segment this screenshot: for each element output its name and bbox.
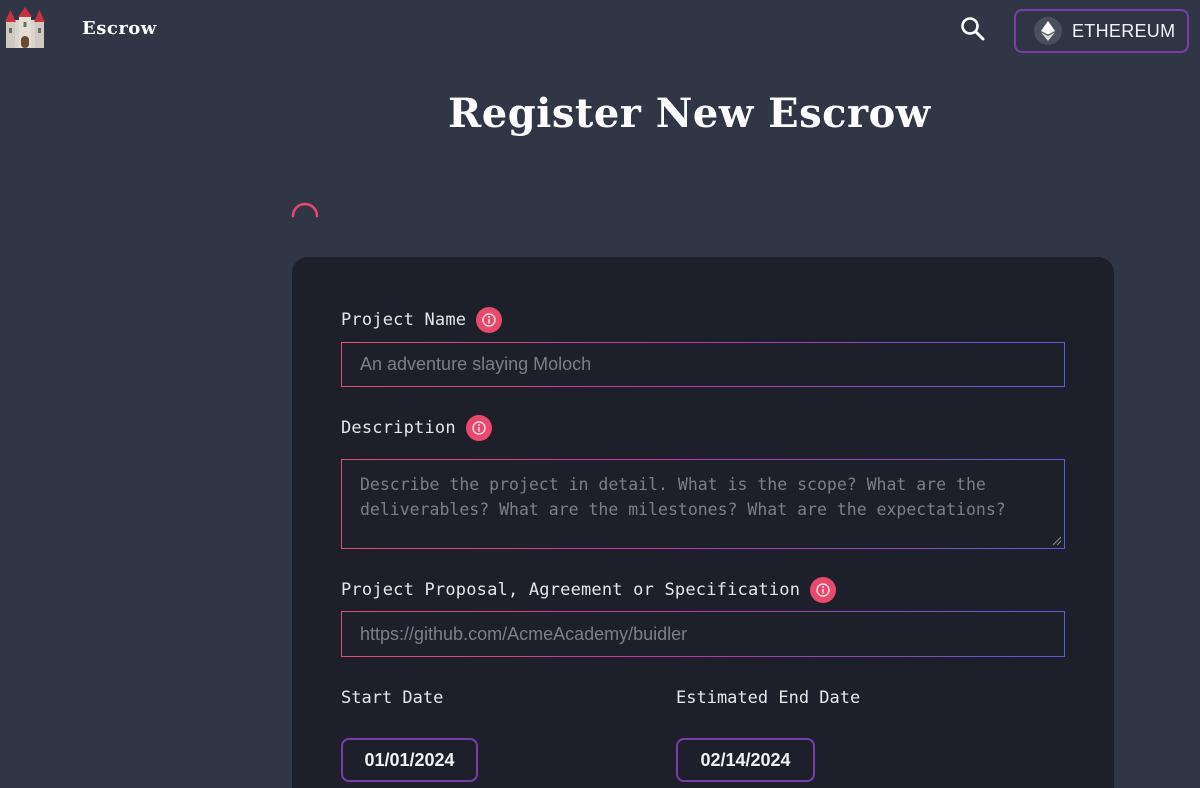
description-textarea[interactable] xyxy=(342,460,1064,548)
info-icon[interactable] xyxy=(465,415,492,441)
end-date-label: Estimated End Date xyxy=(676,688,861,708)
project-name-field-border xyxy=(341,342,1065,387)
brand-name[interactable]: Escrow xyxy=(82,18,157,39)
top-bar: Escrow ETHEREUM xyxy=(0,0,1200,64)
escrow-form-card: Project Name Description xyxy=(292,257,1114,788)
project-name-label: Project Name xyxy=(341,310,467,330)
description-label-row: Description xyxy=(341,415,492,441)
project-name-label-row: Project Name xyxy=(341,307,503,333)
start-date-picker[interactable]: 01/01/2024 xyxy=(341,738,478,782)
network-label: ETHEREUM xyxy=(1072,20,1176,41)
info-icon[interactable] xyxy=(810,577,837,603)
description-field-border xyxy=(341,459,1065,549)
info-icon[interactable] xyxy=(476,307,503,333)
network-selector-button[interactable]: ETHEREUM xyxy=(1014,9,1189,53)
proposal-label: Project Proposal, Agreement or Specifica… xyxy=(341,580,801,600)
start-date-label: Start Date xyxy=(341,688,444,708)
project-name-input[interactable] xyxy=(342,343,1064,386)
proposal-link-input[interactable] xyxy=(342,612,1064,656)
search-icon[interactable] xyxy=(958,14,988,44)
resize-handle-icon[interactable] xyxy=(1051,535,1061,545)
castle-icon[interactable] xyxy=(4,6,46,50)
description-label: Description xyxy=(341,418,456,438)
end-date-picker[interactable]: 02/14/2024 xyxy=(676,738,815,782)
proposal-field-border xyxy=(341,611,1065,657)
loading-spinner-icon xyxy=(290,202,320,232)
proposal-label-row: Project Proposal, Agreement or Specifica… xyxy=(341,577,837,603)
page-title: Register New Escrow xyxy=(448,90,931,137)
ethereum-icon xyxy=(1034,17,1062,45)
